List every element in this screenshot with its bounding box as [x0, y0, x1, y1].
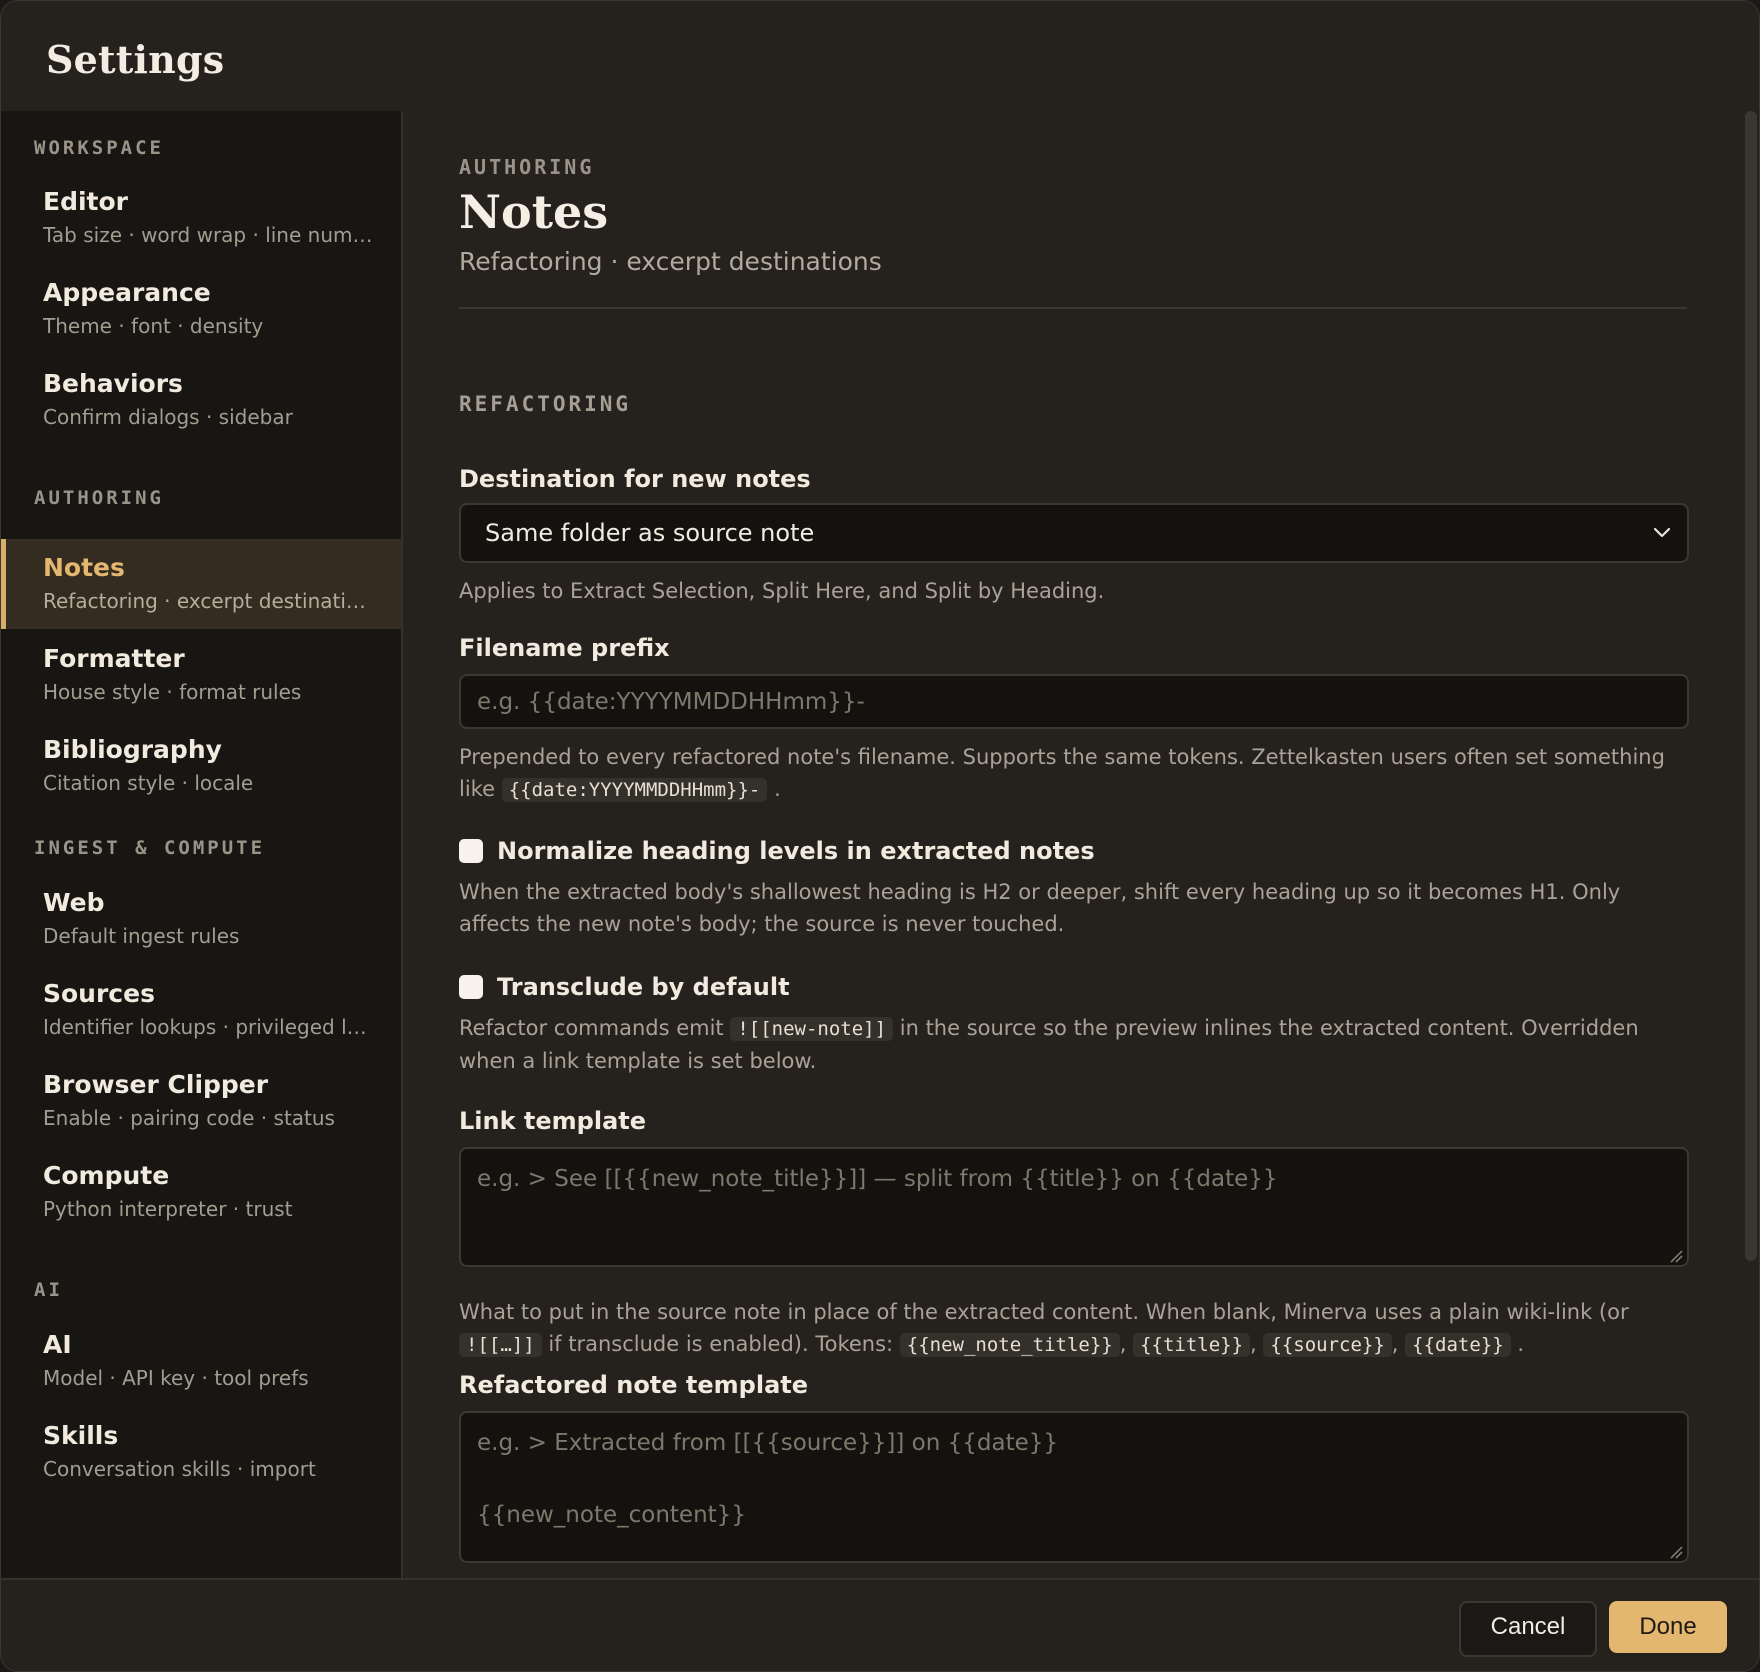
- sidebar-item-title: AI: [43, 1330, 72, 1359]
- sidebar-item-title: Skills: [43, 1421, 119, 1450]
- sidebar-item-subtitle: Refactoring · excerpt destinations: [43, 589, 373, 613]
- section-label-refactoring: REFACTORING: [459, 392, 632, 416]
- dialog-footer: Cancel Done: [1, 1578, 1759, 1671]
- transclude-label: Transclude by default: [497, 973, 790, 1001]
- link-template-help-text-a: What to put in the source note in place …: [459, 1300, 1629, 1324]
- destination-select-value: Same folder as source note: [485, 519, 815, 547]
- sidebar-item-formatter[interactable]: Formatter House style · format rules: [1, 630, 401, 720]
- link-template-help: What to put in the source note in place …: [459, 1296, 1689, 1361]
- destination-select[interactable]: Same folder as source note: [459, 503, 1689, 563]
- page-title: Notes: [459, 185, 609, 239]
- sidebar-group-authoring: AUTHORING: [34, 487, 164, 509]
- filename-prefix-label: Filename prefix: [459, 634, 670, 662]
- sidebar-item-skills[interactable]: Skills Conversation skills · import: [1, 1407, 401, 1497]
- sidebar-item-subtitle: Model · API key · tool prefs: [43, 1366, 309, 1390]
- sidebar-item-subtitle: Conversation skills · import: [43, 1457, 316, 1481]
- page-eyebrow: AUTHORING: [459, 155, 595, 179]
- filename-prefix-help-code: {{date:YYYYMMDDHHmm}}-: [501, 778, 768, 802]
- sidebar-item-subtitle: Tab size · word wrap · line numb...: [43, 223, 373, 247]
- note-template-label: Refactored note template: [459, 1371, 809, 1399]
- sidebar-item-editor[interactable]: Editor Tab size · word wrap · line numb.…: [1, 173, 401, 263]
- transclude-help-text-a: Refactor commands emit: [459, 1016, 724, 1040]
- filename-prefix-input[interactable]: [459, 674, 1689, 729]
- sidebar-item-subtitle: Citation style · locale: [43, 771, 254, 795]
- sidebar-item-title: Editor: [43, 187, 128, 216]
- dialog-title: Settings: [46, 37, 225, 82]
- content-scrollbar[interactable]: [1745, 111, 1757, 1261]
- normalize-headings-label: Normalize heading levels in extracted no…: [497, 837, 1095, 865]
- token-separator: ,: [1119, 1332, 1127, 1356]
- sidebar-item-title: Browser Clipper: [43, 1070, 269, 1099]
- filename-prefix-help-end: .: [774, 777, 781, 801]
- note-template-textarea[interactable]: [459, 1411, 1689, 1563]
- destination-help: Applies to Extract Selection, Split Here…: [459, 579, 1105, 603]
- token-new-note-title: {{new_note_title}}: [899, 1333, 1120, 1357]
- sidebar-item-title: Bibliography: [43, 735, 222, 764]
- sidebar-item-behaviors[interactable]: Behaviors Confirm dialogs · sidebar: [1, 355, 401, 445]
- sidebar-item-sources[interactable]: Sources Identifier lookups · privileged …: [1, 965, 401, 1055]
- cancel-button[interactable]: Cancel: [1459, 1601, 1597, 1657]
- sidebar-item-subtitle: House style · format rules: [43, 680, 302, 704]
- link-template-help-text-b: if transclude is enabled). Tokens:: [548, 1332, 894, 1356]
- sidebar-item-compute[interactable]: Compute Python interpreter · trust: [1, 1147, 401, 1237]
- link-template-label: Link template: [459, 1107, 647, 1135]
- transclude-checkbox[interactable]: [459, 975, 483, 999]
- settings-content: AUTHORING Notes Refactoring · excerpt de…: [403, 111, 1743, 1578]
- sidebar-item-subtitle: Theme · font · density: [43, 314, 264, 338]
- sidebar-item-subtitle: Default ingest rules: [43, 924, 240, 948]
- chevron-down-icon: [1653, 527, 1671, 538]
- sidebar-item-ai[interactable]: AI Model · API key · tool prefs: [1, 1316, 401, 1406]
- sidebar-group-ingest-compute: INGEST & COMPUTE: [34, 837, 266, 859]
- sidebar-group-ai: AI: [34, 1279, 63, 1301]
- sidebar-item-title: Appearance: [43, 278, 211, 307]
- sidebar-group-workspace: WORKSPACE: [34, 137, 164, 159]
- sidebar-item-title: Web: [43, 888, 105, 917]
- transclude-help-code: ![[new-note]]: [730, 1017, 894, 1041]
- token-date: {{date}}: [1405, 1333, 1511, 1357]
- token-separator: ,: [1391, 1332, 1399, 1356]
- sidebar-item-subtitle: Enable · pairing code · status: [43, 1106, 335, 1130]
- sidebar-item-subtitle: Python interpreter · trust: [43, 1197, 293, 1221]
- page-subtitle: Refactoring · excerpt destinations: [459, 247, 882, 276]
- token-title: {{title}}: [1133, 1333, 1251, 1357]
- transclude-help: Refactor commands emit ![[new-note]] in …: [459, 1012, 1689, 1077]
- filename-prefix-help: Prepended to every refactored note's fil…: [459, 741, 1689, 806]
- sidebar-item-appearance[interactable]: Appearance Theme · font · density: [1, 264, 401, 354]
- normalize-headings-help: When the extracted body's shallowest hea…: [459, 880, 1621, 936]
- link-template-textarea[interactable]: [459, 1147, 1689, 1267]
- sidebar-item-title: Sources: [43, 979, 155, 1008]
- normalize-headings-checkbox[interactable]: [459, 839, 483, 863]
- settings-dialog: Settings WORKSPACE Editor Tab size · wor…: [0, 0, 1760, 1672]
- sidebar-item-subtitle: Identifier lookups · privileged lo...: [43, 1015, 373, 1039]
- sidebar-item-title: Notes: [43, 553, 125, 582]
- dialog-header: Settings: [1, 1, 1759, 111]
- destination-label: Destination for new notes: [459, 465, 811, 493]
- token-separator: ,: [1250, 1332, 1257, 1356]
- sidebar-item-title: Compute: [43, 1161, 170, 1190]
- link-template-help-end: .: [1517, 1332, 1525, 1356]
- token-source: {{source}}: [1263, 1333, 1392, 1357]
- link-template-help-code: ![[…]]: [459, 1333, 542, 1357]
- settings-sidebar: WORKSPACE Editor Tab size · word wrap · …: [1, 111, 403, 1578]
- sidebar-item-notes[interactable]: Notes Refactoring · excerpt destinations: [1, 539, 401, 629]
- sidebar-item-web[interactable]: Web Default ingest rules: [1, 874, 401, 964]
- done-button[interactable]: Done: [1609, 1601, 1727, 1653]
- sidebar-item-browser-clipper[interactable]: Browser Clipper Enable · pairing code · …: [1, 1056, 401, 1146]
- sidebar-item-subtitle: Confirm dialogs · sidebar: [43, 405, 293, 429]
- header-divider: [459, 307, 1687, 309]
- sidebar-item-title: Formatter: [43, 644, 185, 673]
- sidebar-item-title: Behaviors: [43, 369, 183, 398]
- sidebar-item-bibliography[interactable]: Bibliography Citation style · locale: [1, 721, 401, 811]
